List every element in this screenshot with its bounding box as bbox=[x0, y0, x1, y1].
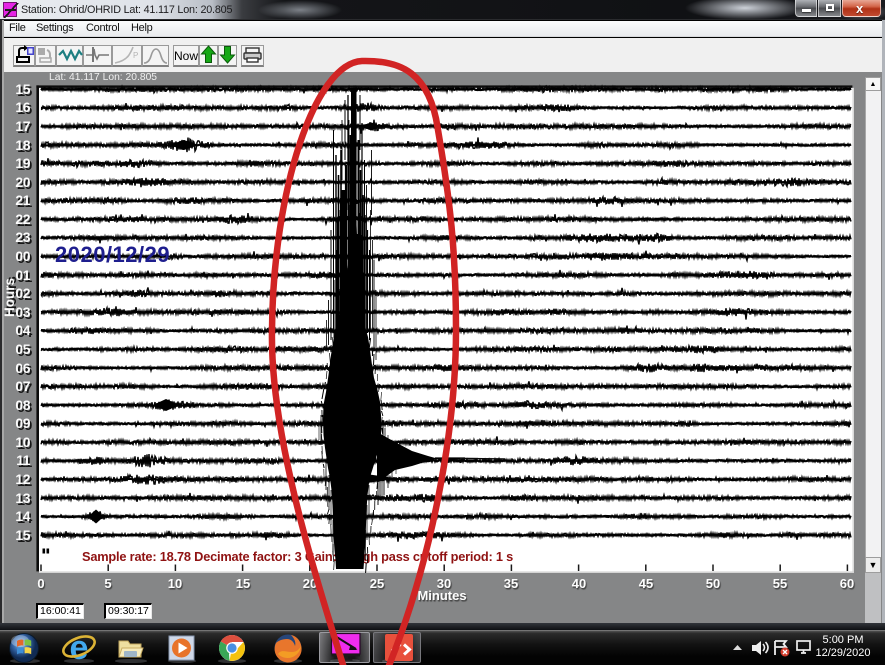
svg-text:P: P bbox=[133, 51, 138, 60]
svg-text:2020/12/29: 2020/12/29 bbox=[55, 242, 170, 267]
svg-text:Sample rate: 18.78 Decimate f: Sample rate: 18.78 Decimate factor: 3 Ga… bbox=[82, 549, 513, 564]
